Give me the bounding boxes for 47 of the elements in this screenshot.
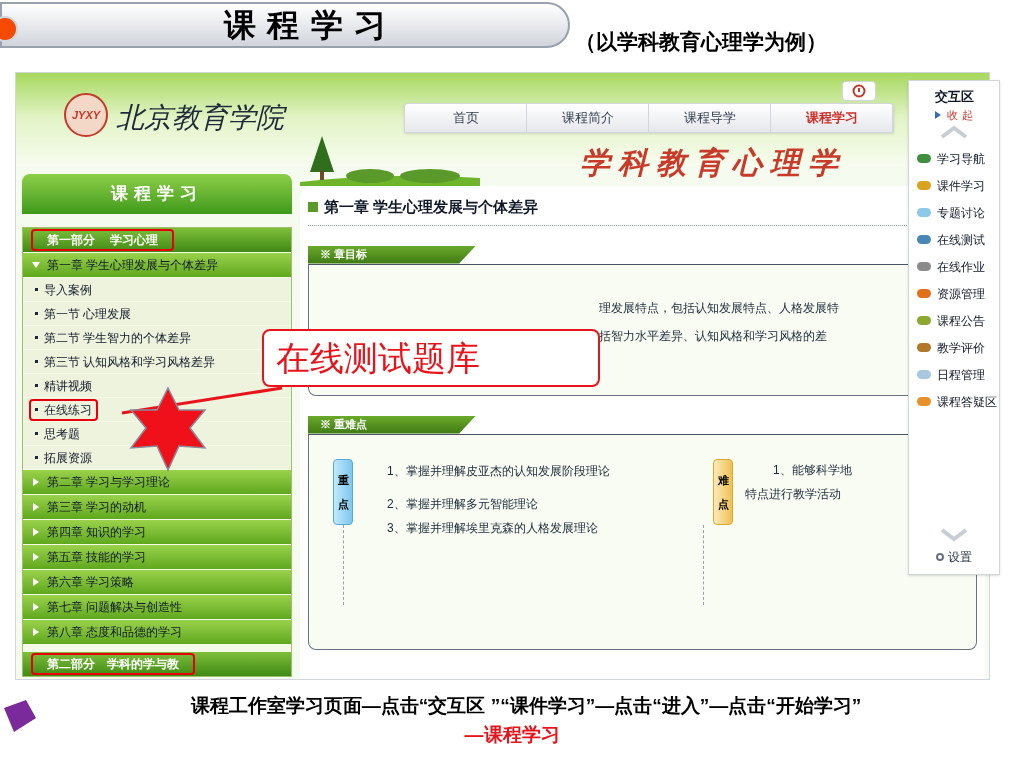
panel-menu-item[interactable]: 课件学习 [917, 176, 999, 195]
chapter-item[interactable]: 第五章 技能的学习 [23, 545, 291, 569]
key-point-text: 1、掌握并理解皮亚杰的认知发展阶段理论 [386, 462, 611, 480]
chapter-title: 第一章 学生心理发展与个体差异 [324, 197, 539, 217]
lesson-link[interactable]: 在线练习 [29, 398, 98, 421]
goal-text: 括智力水平差异、认知风格和学习风格的差 [599, 327, 828, 345]
key-point-text: 2、掌握并理解多元智能理论 [386, 495, 539, 513]
settings-link[interactable]: 设置 [936, 548, 972, 566]
difficulty-text: 特点进行教学活动 [745, 485, 842, 503]
panel-menu-item[interactable]: 资源管理 [917, 284, 999, 303]
chapter-item[interactable]: 第二章 学习与学习理论 [23, 470, 291, 494]
panel-title: 交互区 [934, 88, 974, 106]
square-bullet-icon [308, 202, 318, 213]
chapter-item[interactable]: 第六章 学习策略 [23, 570, 291, 594]
nav-tab[interactable]: 课程导学 [649, 104, 771, 132]
callout-label: 在线测试题库 [262, 329, 600, 387]
chapter-item[interactable]: 第八章 态度和品德的学习 [23, 620, 291, 644]
nav-tab[interactable]: 课程学习 [771, 104, 893, 132]
banner-title: 学科教育心理学 [579, 143, 846, 182]
logo-badge: JYXY [64, 93, 108, 137]
nav-tab[interactable]: 课程简介 [527, 104, 649, 132]
goal-text: 理发展特点，包括认知发展特点、人格发展特 [599, 299, 840, 317]
collapse-link[interactable]: 收 起 [935, 106, 973, 123]
slide-title: 课 程 学 习 [222, 5, 386, 46]
chapter-item[interactable]: 第三章 学习的动机 [23, 495, 291, 519]
chapter-item[interactable]: 第一章 学生心理发展与个体差异 [23, 253, 291, 277]
chevron-down-icon[interactable] [940, 528, 968, 542]
caption-text: 课程工作室学习页面—点击“交互区 ”“课件学习”—点击“进入”—点击“开始学习” [189, 694, 862, 718]
point-tag: 重点 [333, 458, 353, 525]
chapter-item[interactable]: 第七章 问题解决与创造性 [23, 595, 291, 619]
panel-menu-item[interactable]: 在线作业 [917, 257, 999, 276]
power-icon[interactable] [842, 81, 876, 101]
panel-menu-item[interactable]: 日程管理 [917, 365, 999, 384]
panel-menu-item[interactable]: 课程答疑区 [917, 392, 999, 411]
slide-subtitle: （以学科教育心理学为例） [575, 29, 827, 55]
key-point-text: 3、掌握并理解埃里克森的人格发展理论 [386, 519, 599, 537]
nav-tab[interactable]: 首页 [405, 104, 527, 132]
sidebar-header: 课程学习 [22, 174, 292, 214]
point-tag: 难点 [713, 458, 733, 525]
difficulty-text: 1、能够科学地 [772, 461, 852, 479]
panel-menu-item[interactable]: 教学评价 [917, 338, 999, 357]
panel-menu-item[interactable]: 在线测试 [917, 230, 999, 249]
panel-menu-item[interactable]: 学习导航 [917, 149, 999, 168]
panel-menu-item[interactable]: 课程公告 [917, 311, 999, 330]
chapter-item[interactable]: 第四章 知识的学习 [23, 520, 291, 544]
panel-menu-item[interactable]: 专题讨论 [917, 203, 999, 222]
chevron-up-icon[interactable] [940, 125, 968, 139]
